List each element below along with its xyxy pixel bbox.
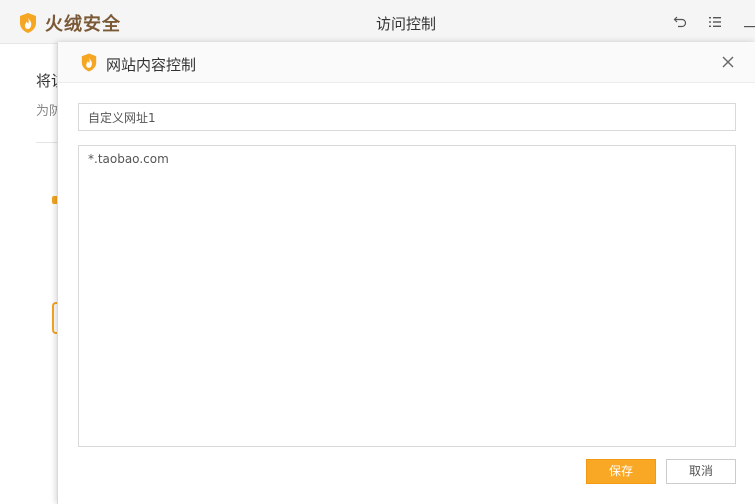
title-bar: 火绒安全 访问控制 bbox=[0, 0, 755, 44]
huorong-logo-icon bbox=[81, 53, 97, 72]
dialog-title: 网站内容控制 bbox=[106, 56, 197, 74]
cancel-button[interactable]: 取消 bbox=[666, 459, 736, 484]
save-button[interactable]: 保存 bbox=[586, 459, 656, 484]
minimize-icon[interactable] bbox=[740, 12, 755, 32]
window-title: 访问控制 bbox=[375, 15, 436, 33]
url-list-textarea[interactable]: *.taobao.com bbox=[78, 145, 736, 447]
dialog-header: 网站内容控制 bbox=[58, 42, 755, 83]
rule-name-input[interactable] bbox=[78, 103, 736, 131]
back-icon[interactable] bbox=[670, 12, 690, 32]
website-content-control-dialog: 网站内容控制 *.taobao.com 保存 取消 bbox=[57, 42, 755, 504]
close-icon[interactable] bbox=[720, 54, 736, 70]
menu-icon[interactable] bbox=[705, 12, 725, 32]
